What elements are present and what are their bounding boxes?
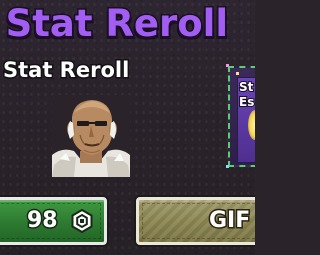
sparkle-dot [226, 64, 229, 67]
character-portrait [52, 95, 130, 177]
gift-button[interactable]: GIF [136, 197, 255, 245]
robux-icon [71, 209, 93, 233]
banner-title: l Stat Reroll [0, 1, 230, 47]
side-offer-card-line1: St [238, 79, 254, 95]
shop-frame: l Stat Reroll Stat Reroll St Es 98 GIF [0, 0, 255, 255]
side-offer-card-line2: Es [238, 94, 255, 110]
buy-button[interactable]: 98 [0, 197, 107, 245]
sparkle-dot [236, 72, 239, 75]
price-label: 98 [26, 207, 60, 235]
side-offer-card-text: St Es [238, 79, 255, 110]
gift-label: GIF [207, 207, 251, 235]
sparkle-dot [226, 165, 229, 168]
top-banner: l Stat Reroll [0, 0, 249, 58]
glowing-orb-icon [248, 110, 255, 140]
product-title: Stat Reroll [1, 57, 130, 84]
bald-fighter-portrait-icon [52, 95, 130, 177]
